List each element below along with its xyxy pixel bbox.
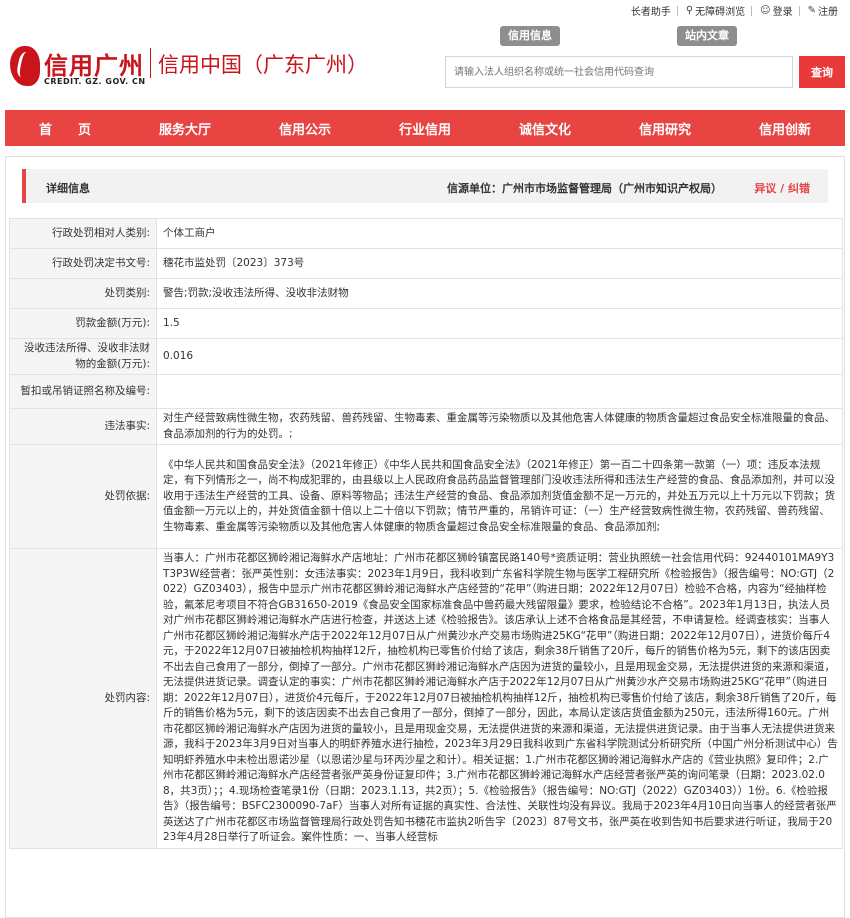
nav-credit-research[interactable]: 信用研究: [605, 119, 725, 138]
nav-integrity-culture[interactable]: 诚信文化: [485, 119, 605, 138]
table-row: 处罚依据: 《中华人民共和国食品安全法》（2021年修正）《中华人民共和国食品安…: [9, 444, 843, 549]
row-value: 0.016: [156, 338, 843, 375]
row-value: 个体工商户: [156, 218, 843, 249]
source-unit: 信源单位：广州市市场监督管理局（广州市知识产权局）: [447, 182, 722, 195]
nav-credit-innovation[interactable]: 信用创新: [725, 119, 845, 138]
row-label: 行政处罚相对人类别:: [9, 218, 157, 249]
row-value: 当事人：广州市花都区狮岭湘记海鲜水产店地址：广州市花都区狮岭镇富民路140号*资…: [156, 548, 843, 849]
table-row: 暂扣或吊销证照名称及编号:: [9, 374, 843, 409]
site-title: 信用中国（广东广州）: [158, 53, 368, 77]
nav-service-hall[interactable]: 服务大厅: [125, 119, 245, 138]
logo-divider: [150, 48, 151, 78]
logo-text: 信用广州: [44, 51, 144, 80]
nav-credit-publicity[interactable]: 信用公示: [245, 119, 365, 138]
detail-table: 行政处罚相对人类别: 个体工商户 行政处罚决定书文号: 穗花市监处罚〔2023〕…: [9, 218, 843, 849]
row-label: 没收违法所得、没收非法财物的金额(万元):: [9, 338, 157, 375]
nav-industry-credit[interactable]: 行业信用: [365, 119, 485, 138]
table-row: 罚款金额(万元): 1.5: [9, 308, 843, 339]
search-input[interactable]: [445, 56, 793, 88]
table-row: 处罚内容: 当事人：广州市花都区狮岭湘记海鲜水产店地址：广州市花都区狮岭镇富民路…: [9, 548, 843, 849]
table-row: 处罚类别: 警告;罚款;没收违法所得、没收非法财物: [9, 278, 843, 309]
tab-credit-info[interactable]: 信用信息: [500, 26, 560, 46]
row-label: 处罚依据:: [9, 444, 157, 549]
table-row: 行政处罚决定书文号: 穗花市监处罚〔2023〕373号: [9, 248, 843, 279]
row-label: 违法事实:: [9, 408, 157, 445]
detail-panel: 详细信息 信源单位：广州市市场监督管理局（广州市知识产权局） 异议 / 纠错 行…: [5, 156, 845, 918]
row-label: 暂扣或吊销证照名称及编号:: [9, 374, 157, 409]
tab-site-search[interactable]: 站内文章: [677, 26, 737, 46]
logo-domain: CREDIT. GZ. GOV. CN: [44, 77, 146, 86]
row-value: 对生产经营致病性微生物，农药残留、兽药残留、生物毒素、重金属等污染物质以及其他危…: [156, 408, 843, 445]
detail-header: 详细信息 信源单位：广州市市场监督管理局（广州市知识产权局） 异议 / 纠错: [22, 169, 828, 203]
row-value: 穗花市监处罚〔2023〕373号: [156, 248, 843, 279]
search-button[interactable]: 查询: [799, 56, 845, 88]
header: 信用广州 CREDIT. GZ. GOV. CN 信用中国（广东广州） 信用信息…: [0, 0, 850, 110]
row-label: 处罚类别:: [9, 278, 157, 309]
detail-title: 详细信息: [46, 182, 90, 195]
table-row: 行政处罚相对人类别: 个体工商户: [9, 218, 843, 249]
row-value: 《中华人民共和国食品安全法》（2021年修正）《中华人民共和国食品安全法》（20…: [156, 444, 843, 549]
row-value: [156, 374, 843, 409]
site-logo[interactable]: 信用广州 CREDIT. GZ. GOV. CN: [10, 44, 150, 90]
table-row: 违法事实: 对生产经营致病性微生物，农药残留、兽药残留、生物毒素、重金属等污染物…: [9, 408, 843, 445]
main-nav: 首 页 服务大厅 信用公示 行业信用 诚信文化 信用研究 信用创新: [5, 110, 845, 146]
table-row: 没收违法所得、没收非法财物的金额(万元): 0.016: [9, 338, 843, 375]
row-value: 警告;罚款;没收违法所得、没收非法财物: [156, 278, 843, 309]
logo-mark-icon: [10, 46, 40, 86]
row-label: 行政处罚决定书文号:: [9, 248, 157, 279]
row-label: 处罚内容:: [9, 548, 157, 849]
objection-link[interactable]: 异议 / 纠错: [754, 180, 810, 196]
row-value: 1.5: [156, 308, 843, 339]
row-label: 罚款金额(万元):: [9, 308, 157, 339]
nav-home[interactable]: 首 页: [5, 119, 125, 138]
